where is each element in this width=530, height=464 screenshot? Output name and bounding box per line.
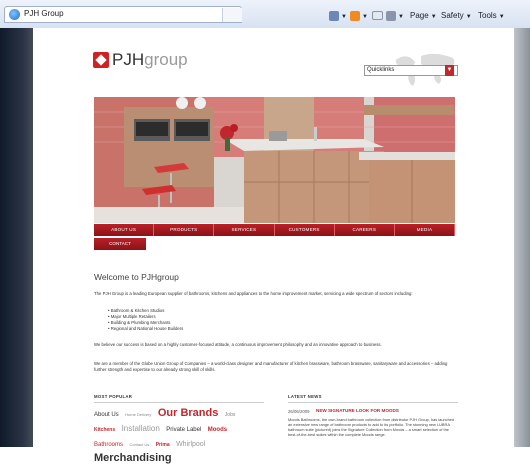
tag-cloud-link[interactable]: Installation	[122, 424, 160, 433]
tag-cloud-link[interactable]: Contact Us	[129, 442, 149, 447]
chevron-down-icon: ▼	[498, 14, 505, 20]
nav-media[interactable]: MEDIA	[395, 224, 456, 236]
tag-cloud-link[interactable]: Jobs	[225, 412, 236, 418]
nav-products[interactable]: PRODUCTS	[154, 224, 215, 236]
chevron-down-icon: ▼	[446, 67, 453, 73]
nav-contact[interactable]: CONTACT	[94, 238, 146, 250]
sectors-list: Bathroom & Kitchen Studios Major Multipl…	[108, 308, 184, 332]
mail-button[interactable]	[372, 11, 383, 21]
news-title-link[interactable]: NEW SIGNATURE LOOK FOR MOODS	[316, 408, 399, 413]
list-item: Regional and National House Builders	[108, 326, 184, 332]
tools-menu-label: Tools	[478, 11, 497, 20]
main-nav: ABOUT US PRODUCTS SERVICES CUSTOMERS CAR…	[94, 224, 456, 236]
welcome-heading: Welcome to PJHgroup	[94, 272, 179, 282]
nav-about-us[interactable]: ABOUT US	[94, 224, 155, 236]
divider	[288, 402, 458, 403]
logo-bold-text: PJH	[112, 50, 145, 69]
news-body: Moods Bathrooms, the own-brand bathroom …	[288, 417, 455, 437]
web-page: PJHgroup Quicklinks ▼ ABOUT US PRODUCTS …	[33, 28, 514, 464]
nav-services[interactable]: SERVICES	[214, 224, 275, 236]
safety-menu-label: Safety	[441, 11, 464, 20]
printer-icon	[386, 11, 396, 21]
tab-title: PJH Group	[24, 9, 64, 18]
kitchen-hero-image	[94, 97, 455, 223]
tag-cloud-link[interactable]: Bathrooms	[94, 442, 123, 448]
globe-union-paragraph: We are a member of the Globe Union Group…	[94, 361, 448, 372]
home-icon	[329, 11, 339, 21]
browser-toolbar: PJH Group ▼ ▼ ▼ Page ▼ Safety ▼ Tools ▼	[0, 0, 530, 29]
page-menu-label: Page	[410, 11, 429, 20]
quicklinks-label: Quicklinks	[367, 67, 395, 73]
tag-cloud-link[interactable]: Prima	[156, 442, 170, 448]
nav-customers[interactable]: CUSTOMERS	[275, 224, 335, 236]
ie-page-icon	[9, 9, 20, 20]
quicklinks-go-button[interactable]: ▼	[445, 65, 454, 76]
tag-cloud-link[interactable]: Private Label	[166, 427, 201, 433]
rss-icon	[350, 11, 360, 21]
safety-menu[interactable]: Safety ▼	[441, 11, 472, 22]
news-date: 26/06/2009	[288, 409, 310, 414]
tag-cloud-link[interactable]: Kitchens	[94, 427, 115, 433]
chevron-down-icon: ▼	[430, 14, 437, 20]
tag-cloud-link[interactable]: Home Delivery	[125, 412, 151, 417]
tag-cloud-link[interactable]: About Us	[94, 412, 119, 418]
intro-paragraph: The PJH Group is a leading European supp…	[94, 291, 413, 296]
divider	[94, 402, 264, 403]
tag-cloud-link[interactable]: Moods	[208, 427, 227, 433]
nav-careers[interactable]: CAREERS	[335, 224, 395, 236]
tag-cloud-link[interactable]: Our Brands	[158, 407, 219, 419]
feeds-button[interactable]: ▼	[350, 11, 368, 22]
quicklinks-select[interactable]: Quicklinks	[364, 65, 458, 76]
vertical-scrollbar[interactable]	[514, 28, 530, 447]
page-menu[interactable]: Page ▼	[410, 11, 437, 22]
pjh-logo-icon	[93, 52, 109, 68]
tools-menu[interactable]: Tools ▼	[478, 11, 505, 22]
latest-news-heading: LATEST NEWS	[288, 394, 322, 399]
logo-light-text: group	[144, 50, 188, 69]
most-popular-heading: MOST POPULAR	[94, 394, 133, 399]
print-button[interactable]: ▼	[386, 11, 404, 22]
tag-cloud-link[interactable]: Merchandising	[94, 452, 172, 464]
browser-tab[interactable]: PJH Group	[4, 6, 242, 23]
mail-icon	[372, 11, 383, 21]
chevron-down-icon: ▼	[465, 14, 472, 20]
new-tab-button[interactable]	[222, 8, 242, 22]
home-button[interactable]: ▼	[329, 11, 347, 22]
desktop-background-left	[0, 28, 33, 447]
tag-cloud: About Us Home Delivery Our Brands Jobs K…	[94, 406, 264, 464]
success-paragraph: We believe our success is based on a hig…	[94, 342, 382, 347]
